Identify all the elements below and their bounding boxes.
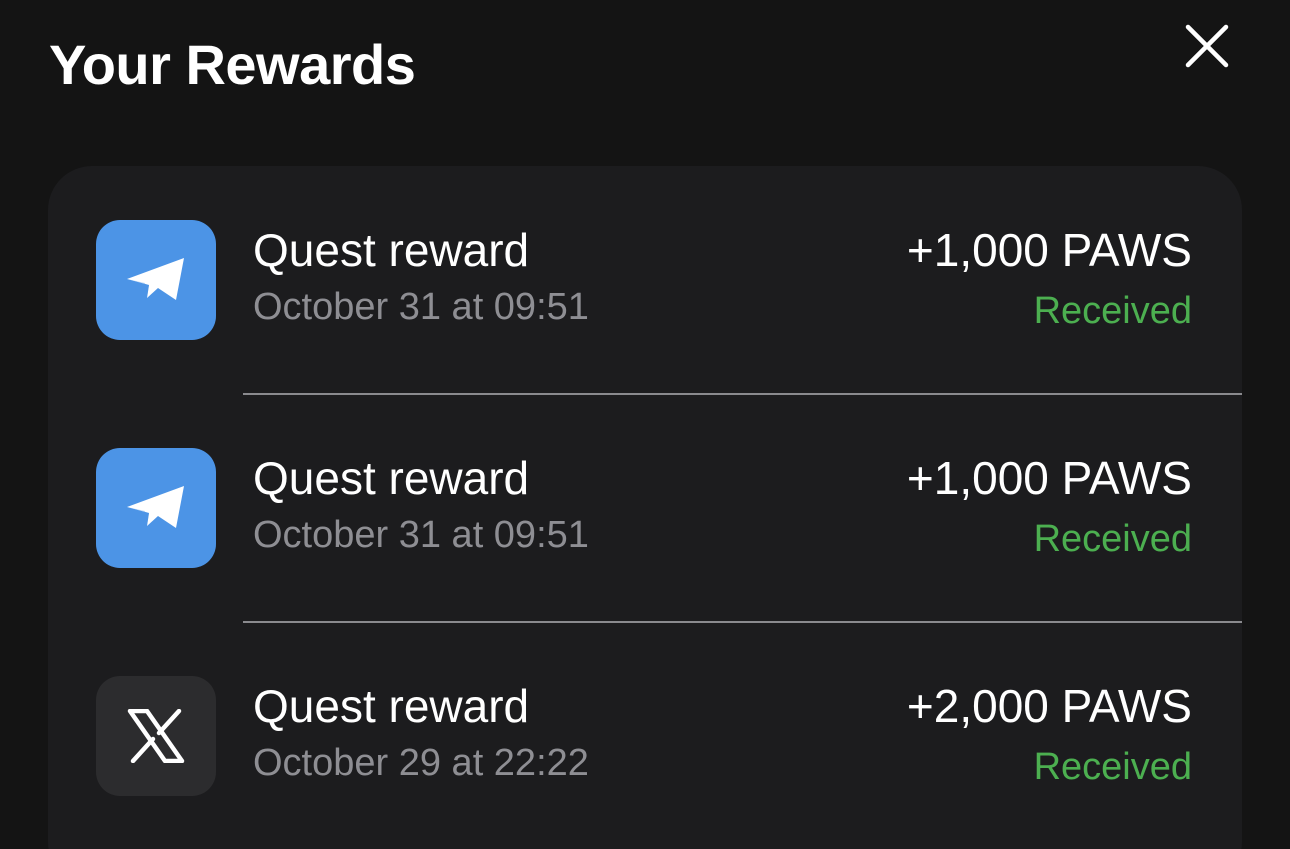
reward-status: Received [1033, 518, 1192, 560]
reward-status: Received [1033, 746, 1192, 788]
reward-amount: +2,000 PAWS [906, 680, 1192, 732]
rewards-list: Quest reward October 31 at 09:51 +1,000 … [48, 166, 1242, 849]
reward-date: October 31 at 09:51 [253, 286, 589, 328]
page-title: Your Rewards [49, 33, 416, 96]
reward-item[interactable]: Quest reward October 29 at 22:22 +2,000 … [48, 622, 1242, 849]
reward-item[interactable]: Quest reward October 31 at 09:51 +1,000 … [48, 394, 1242, 622]
x-logo-icon [96, 676, 216, 796]
reward-date: October 29 at 22:22 [253, 742, 589, 784]
telegram-icon [96, 448, 216, 568]
reward-title: Quest reward [253, 224, 530, 276]
reward-status: Received [1033, 290, 1192, 332]
close-icon [1185, 24, 1229, 68]
reward-title: Quest reward [253, 680, 530, 732]
reward-title: Quest reward [253, 452, 530, 504]
reward-amount: +1,000 PAWS [906, 224, 1192, 276]
close-button[interactable] [1176, 22, 1236, 72]
telegram-icon [96, 220, 216, 340]
reward-item[interactable]: Quest reward October 31 at 09:51 +1,000 … [48, 166, 1242, 394]
rewards-screen: Your Rewards Quest reward October 31 at … [0, 0, 1290, 849]
reward-date: October 31 at 09:51 [253, 514, 589, 556]
reward-amount: +1,000 PAWS [906, 452, 1192, 504]
